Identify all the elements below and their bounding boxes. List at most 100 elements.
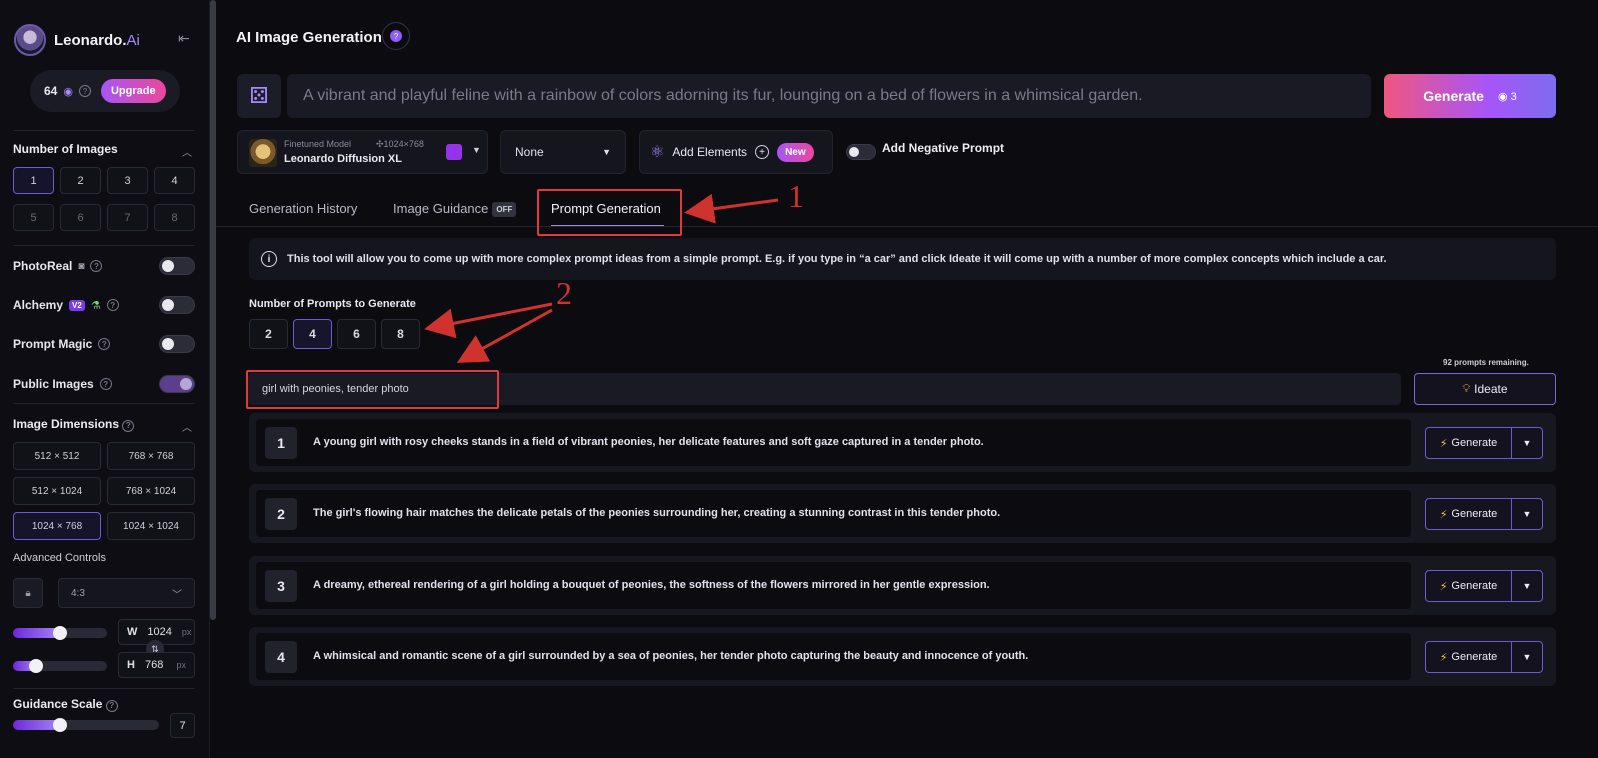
chevron-up-icon[interactable]: ︿ [182,419,192,434]
num-images-option[interactable]: 7 [107,204,148,231]
help-icon[interactable]: ? [105,699,118,712]
generate-button[interactable]: Generate ◉ 3 [1384,74,1556,118]
divider [13,130,195,131]
lock-icon[interactable]: 🔒︎ [13,578,43,608]
result-number: 2 [265,498,297,530]
annotation-arrow-2a [424,302,553,339]
negative-prompt-label: Add Negative Prompt [882,141,1005,155]
help-icon[interactable]: ? [99,378,112,390]
help-icon[interactable]: ? [90,260,103,272]
prompt-result-body[interactable]: 4 A whimsical and romantic scene of a gi… [256,633,1411,680]
guidance-scale-label: Guidance Scale [13,697,103,711]
tab-image-guidance-label: Image Guidance [393,201,489,216]
prompt-result-body[interactable]: 1 A young girl with rosy cheeks stands i… [256,419,1411,466]
prompt-magic-toggle[interactable] [159,335,195,353]
alchemy-toggle[interactable] [159,296,195,314]
help-icon[interactable]: ? [98,338,111,350]
photoreal-toggle[interactable] [159,257,195,275]
aspect-ratio-value: 4:3 [71,587,85,599]
slider-knob[interactable] [53,718,67,732]
prompt-input[interactable] [287,74,1371,118]
add-elements-button[interactable]: ⚛ Add Elements + New [639,130,833,174]
dimension-option[interactable]: 1024 × 1024 [107,512,195,540]
num-images-option[interactable]: 2 [60,167,101,194]
model-options-icon[interactable] [446,144,462,160]
caret-down-icon[interactable]: ▼ [472,145,481,155]
num-images-option[interactable]: 5 [13,204,54,231]
brand[interactable]: Leonardo.Ai [14,24,140,56]
style-select[interactable]: None ▼ [500,130,626,174]
dimension-option[interactable]: 1024 × 768 [13,512,101,540]
prompt-count-option[interactable]: 2 [249,319,288,349]
collapse-sidebar-icon[interactable]: ⇤ [178,30,190,47]
off-badge: OFF [492,202,517,218]
model-selector[interactable]: Finetuned Model ✣1024×768 Leonardo Diffu… [237,130,488,174]
prompt-count-option[interactable]: 8 [381,319,420,349]
upgrade-button[interactable]: Upgrade [100,79,166,103]
help-icon[interactable]: ? [122,419,135,432]
tab-generation-history[interactable]: Generation History [249,201,357,216]
plus-icon: + [755,145,770,159]
num-images-option[interactable]: 4 [154,167,195,194]
prompt-count-option[interactable]: 4 [293,319,332,349]
divider [13,245,195,246]
prompt-magic-row: Prompt Magic ? [13,334,195,354]
bolt-icon: ⚡ [1439,651,1448,664]
guidance-scale-slider[interactable] [13,718,159,732]
chevron-up-icon[interactable]: ︿ [182,144,192,159]
prompt-magic-label: Prompt Magic [13,337,93,351]
brand-name: Leonardo. [54,31,127,49]
random-prompt-dice-icon[interactable]: ⚄ [237,74,281,118]
caret-down-icon[interactable]: ▼ [1511,641,1543,673]
dimension-option[interactable]: 768 × 768 [107,442,195,470]
prompt-count-option[interactable]: 6 [337,319,376,349]
num-images-option[interactable]: 8 [154,204,195,231]
num-images-option[interactable]: 3 [107,167,148,194]
dimension-option[interactable]: 768 × 1024 [107,477,195,505]
dimension-option[interactable]: 512 × 512 [13,442,101,470]
dimension-option[interactable]: 512 × 1024 [13,477,101,505]
result-generate-label: Generate [1451,580,1498,592]
result-generate-button[interactable]: ⚡ Generate [1425,570,1512,602]
slider-knob[interactable] [53,626,67,640]
height-slider[interactable] [13,659,107,673]
caret-down-icon[interactable]: ▼ [1511,570,1543,602]
num-images-option[interactable]: 6 [60,204,101,231]
model-thumbnail [249,139,277,167]
prompts-remaining: 92 prompts remaining. [1443,358,1529,367]
result-generate-button[interactable]: ⚡ Generate [1425,641,1512,673]
model-type: Finetuned Model [284,139,352,149]
width-value[interactable]: 1024 [147,626,171,638]
guidance-scale-value[interactable]: 7 [170,713,195,738]
caret-down-icon[interactable]: ▼ [1511,427,1543,459]
public-images-toggle[interactable] [159,375,195,393]
info-text: This tool will allow you to come up with… [287,253,1387,265]
negative-prompt-toggle[interactable] [846,144,876,160]
sidebar-scrollbar[interactable] [210,0,216,620]
caret-down-icon[interactable]: ▼ [1511,498,1543,530]
bolt-icon: ⚡ [1439,508,1448,521]
caret-down-icon: ▼ [602,147,611,157]
width-slider[interactable] [13,626,107,640]
advanced-controls-label[interactable]: Advanced Controls [13,552,106,564]
num-images-option[interactable]: 1 [13,167,54,194]
result-number: 1 [265,427,297,459]
help-icon[interactable]: ? [78,85,91,97]
result-generate-button[interactable]: ⚡ Generate [1425,498,1512,530]
model-name: Leonardo Diffusion XL [284,153,402,165]
camera-icon: ◙ [78,260,85,272]
generate-label: Generate [1423,88,1484,104]
ideate-button[interactable]: 💡︎ Ideate [1414,373,1556,405]
height-field[interactable]: H 768 px [118,652,195,678]
tab-image-guidance[interactable]: Image Guidance OFF [393,201,517,218]
result-generate-button[interactable]: ⚡ Generate [1425,427,1512,459]
aspect-ratio-select[interactable]: 4:3 ﹀ [58,578,195,608]
chevron-down-icon: ﹀ [172,589,182,601]
help-icon[interactable]: ? [106,299,119,311]
prompt-result-body[interactable]: 2 The girl's flowing hair matches the de… [256,490,1411,537]
slider-knob[interactable] [29,659,43,673]
result-generate-label: Generate [1451,651,1498,663]
height-value[interactable]: 768 [145,659,163,671]
prompt-result-body[interactable]: 3 A dreamy, ethereal rendering of a girl… [256,562,1411,609]
title-help[interactable]: ? [382,22,410,50]
